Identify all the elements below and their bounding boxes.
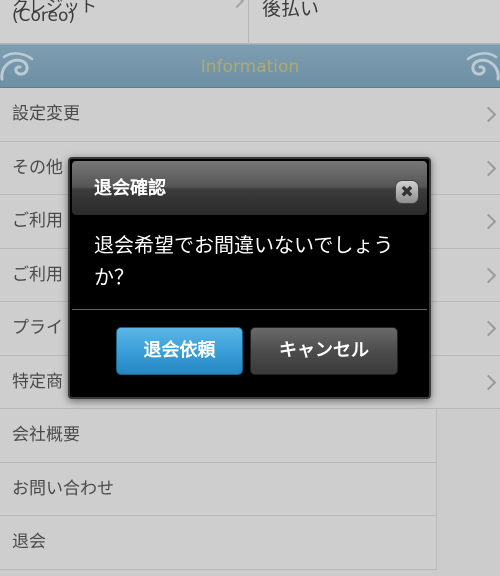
dialog-divider — [72, 309, 427, 310]
dialog-message: 退会希望でお間違いないでしょうか？ — [94, 233, 394, 289]
withdraw-confirm-dialog: 退会確認 ✖ 退会希望でお間違いないでしょうか？ 退会依頼 キャンセル — [68, 157, 431, 399]
dialog-title: 退会確認 — [94, 178, 166, 199]
close-icon[interactable]: ✖ — [395, 180, 419, 204]
cancel-button[interactable]: キャンセル — [250, 327, 398, 375]
confirm-withdraw-button[interactable]: 退会依頼 — [116, 327, 243, 375]
dialog-header: 退会確認 ✖ — [72, 161, 427, 215]
